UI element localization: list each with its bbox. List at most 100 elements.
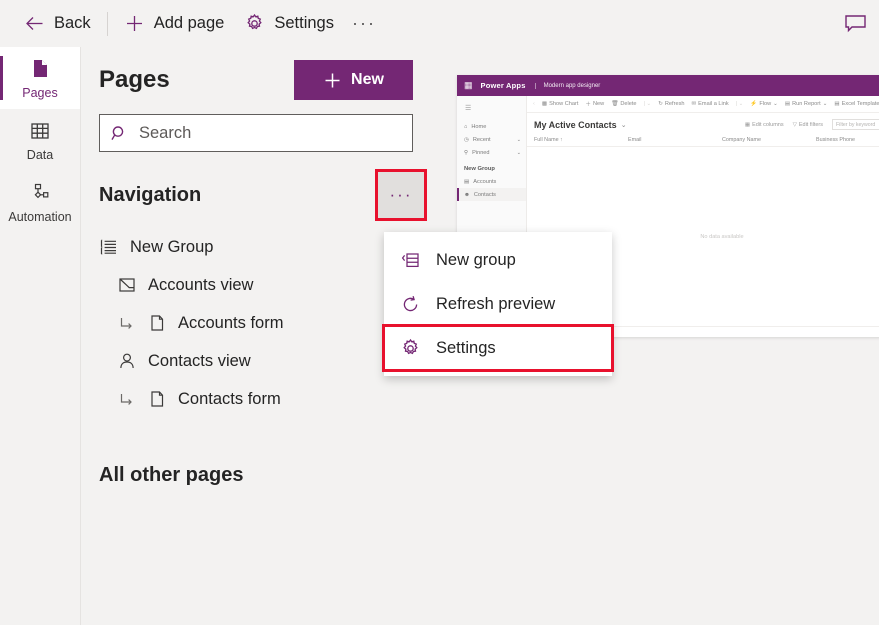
rail-item-data[interactable]: Data <box>0 109 80 171</box>
refresh-icon: ↻ <box>658 101 663 107</box>
navigation-header: Navigation ··· <box>81 162 431 226</box>
contact-icon <box>117 351 137 371</box>
plus-icon <box>124 13 145 34</box>
rail-item-pages[interactable]: Pages <box>0 47 80 109</box>
preview-edit-columns[interactable]: ▦ Edit columns <box>745 122 784 128</box>
back-label: Back <box>54 14 91 32</box>
chevron-down-icon: ⌄ <box>822 101 828 107</box>
preview-nav-label: Pinned <box>472 149 490 156</box>
chevron-down-icon[interactable]: | ⌄ <box>736 101 744 107</box>
form-page-icon <box>147 313 167 333</box>
add-page-button[interactable]: Add page <box>114 6 235 42</box>
gear-icon <box>400 338 421 359</box>
rail-item-automation[interactable]: Automation <box>0 171 80 233</box>
chevron-left-icon[interactable]: ‹ <box>533 101 535 107</box>
preview-toolbar-email-link[interactable]: ✉ Email a Link <box>691 101 728 107</box>
context-menu-label: New group <box>436 250 516 269</box>
app-root: Back Add page Settings ··· Pages Data Au… <box>0 0 879 625</box>
preview-nav-contacts[interactable]: ☻ Contacts <box>457 188 526 201</box>
command-bar-divider <box>106 11 108 36</box>
preview-toolbar-label: Run Report <box>792 101 821 107</box>
page-title: Pages <box>99 66 170 93</box>
preview-nav-label: Recent <box>472 136 491 143</box>
preview-nav-label: Contacts <box>473 191 496 198</box>
search-box[interactable] <box>99 114 413 152</box>
gear-icon <box>244 13 265 34</box>
columns-icon: ▦ <box>744 121 751 128</box>
rail-label-pages: Pages <box>22 85 58 100</box>
form-page-icon <box>147 389 167 409</box>
pages-icon <box>28 57 53 81</box>
preview-toolbar-excel-templates[interactable]: ▤ Excel Templates ⌄ <box>834 101 879 107</box>
all-other-pages-header: All other pages <box>99 464 244 486</box>
comment-button[interactable] <box>835 4 875 44</box>
nav-item-label: Accounts view <box>148 275 254 294</box>
preview-edit-filters[interactable]: ▽ Edit filters <box>793 122 823 128</box>
view-icon: ▤ <box>464 178 470 185</box>
chevron-down-icon[interactable]: | ⌄ <box>644 101 652 107</box>
preview-nav-label: Accounts <box>473 178 497 185</box>
preview-toolbar: ‹ ▩ Show Chart ＋ New 🗑 Delete | ⌄ ↻ Refr… <box>527 96 879 113</box>
preview-toolbar-show-chart[interactable]: ▩ Show Chart <box>542 101 579 107</box>
navigation-context-menu: New group Refresh preview Settings <box>382 232 614 376</box>
settings-button[interactable]: Settings <box>234 6 344 42</box>
preview-column-header[interactable]: Full Name ↑ <box>534 137 628 143</box>
preview-nav-group-label: New Group <box>464 166 495 172</box>
preview-toolbar-run-report[interactable]: ▤ Run Report ⌄ <box>785 101 828 107</box>
search-icon <box>110 124 129 143</box>
chevron-down-icon: ⌄ <box>773 101 778 107</box>
pages-panel-header: Pages New <box>81 47 431 108</box>
nav-item-contacts-view[interactable]: Contacts view <box>81 342 431 380</box>
link-icon: ✉ <box>691 101 697 107</box>
chevron-down-icon[interactable]: ⌄ <box>621 121 627 129</box>
view-icon <box>117 275 137 295</box>
preview-filter-input[interactable]: Filter by keyword <box>832 119 879 130</box>
preview-nav-pinned[interactable]: ⚲ Pinned ⌄ <box>457 146 526 159</box>
back-button[interactable]: Back <box>14 6 101 42</box>
context-menu-item-new-group[interactable]: New group <box>384 238 612 282</box>
preview-grid-header: Full Name ↑ Email Company Name Business … <box>527 133 879 147</box>
preview-nav-recent[interactable]: ◷ Recent ⌄ <box>457 133 526 146</box>
context-menu-item-settings[interactable]: Settings <box>382 324 614 372</box>
clock-icon: ◷ <box>464 136 469 143</box>
preview-brand: Power Apps <box>480 81 526 90</box>
subitem-arrow-icon <box>117 390 136 409</box>
search-input[interactable] <box>139 123 402 143</box>
preview-view-name[interactable]: My Active Contacts <box>534 120 617 130</box>
preview-toolbar-delete[interactable]: 🗑 Delete <box>611 101 636 107</box>
flow-icon <box>28 181 52 205</box>
pages-panel: Pages New Navigation ··· <box>80 47 431 625</box>
nav-item-accounts-view[interactable]: Accounts view <box>81 266 431 304</box>
preview-topbar: ▦ Power Apps Modern app designer ⚙ ? <box>457 75 879 96</box>
preview-column-header[interactable]: Business Phone <box>816 137 879 143</box>
nav-item-contacts-form[interactable]: Contacts form <box>81 380 431 418</box>
nav-item-accounts-form[interactable]: Accounts form <box>81 304 431 342</box>
preview-nav-home[interactable]: ⌂ Home <box>457 120 526 133</box>
preview-action-label: Edit columns <box>752 121 784 128</box>
hamburger-icon[interactable]: ☰ <box>457 104 526 120</box>
navigation-more-button[interactable]: ··· <box>375 169 427 221</box>
settings-label: Settings <box>274 14 334 32</box>
context-menu-item-refresh-preview[interactable]: Refresh preview <box>384 282 612 326</box>
waffle-icon: ▦ <box>464 80 472 90</box>
nav-item-label: New Group <box>130 237 214 256</box>
nav-item-new-group[interactable]: New Group <box>81 228 431 266</box>
preview-column-header[interactable]: Company Name <box>722 137 816 143</box>
preview-toolbar-flow[interactable]: ⚡ Flow ⌄ <box>750 101 777 107</box>
context-menu-label: Refresh preview <box>436 294 556 313</box>
preview-toolbar-new[interactable]: ＋ New <box>585 100 604 108</box>
preview-column-header[interactable]: Email <box>628 137 722 143</box>
search-container <box>81 108 431 162</box>
new-page-button[interactable]: New <box>294 60 413 100</box>
plus-icon: ＋ <box>585 102 592 108</box>
rail-label-automation: Automation <box>8 209 72 224</box>
preview-toolbar-label: Delete <box>620 101 637 107</box>
preview-toolbar-refresh[interactable]: ↻ Refresh <box>658 101 684 107</box>
flow-icon: ⚡ <box>750 101 758 107</box>
command-bar-overflow-button[interactable]: ··· <box>344 6 384 42</box>
navigation-title: Navigation <box>99 183 202 206</box>
excel-icon: ▤ <box>834 101 840 107</box>
new-page-label: New <box>351 71 384 88</box>
preview-nav-accounts[interactable]: ▤ Accounts <box>457 175 526 188</box>
report-icon: ▤ <box>784 101 791 107</box>
